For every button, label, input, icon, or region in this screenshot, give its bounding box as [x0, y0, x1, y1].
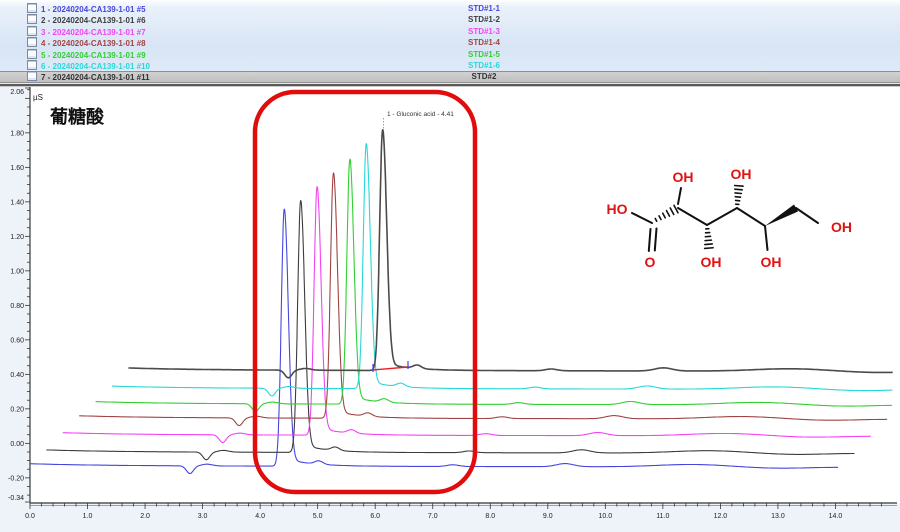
chromatogram-icon [27, 26, 37, 36]
carbonyl-o-label: O [645, 254, 656, 270]
svg-text:4.0: 4.0 [255, 513, 265, 520]
std-label: STD#1-6 [448, 60, 520, 71]
svg-text:9.0: 9.0 [543, 513, 553, 520]
svg-text:1.40: 1.40 [10, 199, 24, 206]
injection-name: 2 - 20240204-CA139-1-01 #6 [41, 16, 146, 25]
y-unit-label: µS [33, 93, 43, 102]
injection-name: 6 - 20240204-CA139-1-01 #10 [41, 62, 150, 71]
oh-label: OH [701, 254, 722, 270]
svg-text:3.0: 3.0 [198, 513, 208, 520]
svg-text:14.0: 14.0 [829, 513, 843, 520]
peak-label: 1 - Gluconic acid - 4.41 [387, 111, 454, 118]
svg-text:10.0: 10.0 [599, 513, 613, 520]
svg-text:2.0: 2.0 [140, 513, 150, 520]
chromatogram-icon [27, 71, 37, 81]
legend-row-3[interactable]: 3 - 20240204-CA139-1-01 #7 STD#1-3 [0, 26, 900, 37]
svg-text:1.0: 1.0 [83, 513, 93, 520]
std-label: STD#2 [448, 71, 520, 82]
svg-text:7.0: 7.0 [428, 513, 438, 520]
chromatogram-icon [27, 49, 37, 59]
std-label: STD#1-3 [448, 26, 520, 37]
svg-text:-0.20: -0.20 [8, 475, 24, 482]
svg-text:6.0: 6.0 [370, 513, 380, 520]
svg-text:0.60: 0.60 [10, 337, 24, 344]
std-label: STD#1-2 [448, 14, 520, 25]
injection-name: 7 - 20240204-CA139-1-01 #11 [41, 73, 150, 82]
std-label: STD#1-5 [448, 49, 520, 60]
injection-legend: 1 - 20240204-CA139-1-01 #5 STD#1-1 2 - 20… [0, 0, 900, 84]
oh-label: OH [731, 166, 752, 182]
svg-text:1.20: 1.20 [10, 234, 24, 241]
chromatography-software-window: 1 - 20240204-CA139-1-01 #5 STD#1-1 2 - 20… [0, 0, 900, 532]
injection-name: 5 - 20240204-CA139-1-01 #9 [41, 51, 146, 60]
svg-text:12.0: 12.0 [714, 513, 728, 520]
legend-row-5[interactable]: 5 - 20240204-CA139-1-01 #9 STD#1-5 [0, 49, 900, 60]
svg-text:0.00: 0.00 [10, 441, 24, 448]
svg-text:-0.34: -0.34 [8, 495, 24, 502]
legend-row-1[interactable]: 1 - 20240204-CA139-1-01 #5 STD#1-1 [0, 3, 900, 14]
injection-name: 3 - 20240204-CA139-1-01 #7 [41, 28, 146, 37]
std-label: STD#1-4 [448, 37, 520, 48]
svg-text:0.40: 0.40 [10, 372, 24, 379]
svg-text:11.0: 11.0 [656, 513, 669, 520]
svg-text:0.80: 0.80 [10, 303, 24, 310]
svg-text:1.00: 1.00 [10, 268, 24, 275]
oh-label: OH [831, 219, 852, 235]
svg-text:1.80: 1.80 [10, 130, 24, 137]
svg-text:8.0: 8.0 [485, 513, 495, 520]
svg-text:5.0: 5.0 [313, 513, 323, 520]
std-label: STD#1-1 [448, 3, 520, 14]
injection-name: 4 - 20240204-CA139-1-01 #8 [41, 39, 146, 48]
svg-text:1.60: 1.60 [10, 165, 24, 172]
legend-row-7-selected[interactable]: 7 - 20240204-CA139-1-01 #11 STD#2 [0, 71, 900, 82]
chromatogram-icon [27, 14, 37, 24]
chromatogram-icon [27, 37, 37, 47]
chromatogram-icon [27, 3, 37, 13]
svg-text:2.06: 2.06 [10, 89, 24, 96]
oh-label: OH [761, 254, 782, 270]
svg-text:0.20: 0.20 [10, 406, 24, 413]
ho-label: HO [607, 201, 628, 217]
chromatogram-plot[interactable]: 0.0 1.0 2.0 3.0 4.0 5.0 6.0 7.0 8.0 9.0 10.0 11.0 12… [0, 87, 900, 532]
plot-area-bg [30, 87, 900, 503]
compound-name-cn: 葡糖酸 [49, 106, 105, 127]
legend-row-2[interactable]: 2 - 20240204-CA139-1-01 #6 STD#1-2 [0, 14, 900, 25]
oh-label: OH [673, 169, 694, 185]
injection-name: 1 - 20240204-CA139-1-01 #5 [41, 5, 146, 14]
legend-row-4[interactable]: 4 - 20240204-CA139-1-01 #8 STD#1-4 [0, 37, 900, 48]
svg-text:13.0: 13.0 [771, 513, 785, 520]
legend-row-6[interactable]: 6 - 20240204-CA139-1-01 #10 STD#1-6 [0, 60, 900, 71]
chromatogram-icon [27, 60, 37, 70]
svg-text:0.0: 0.0 [25, 513, 35, 520]
